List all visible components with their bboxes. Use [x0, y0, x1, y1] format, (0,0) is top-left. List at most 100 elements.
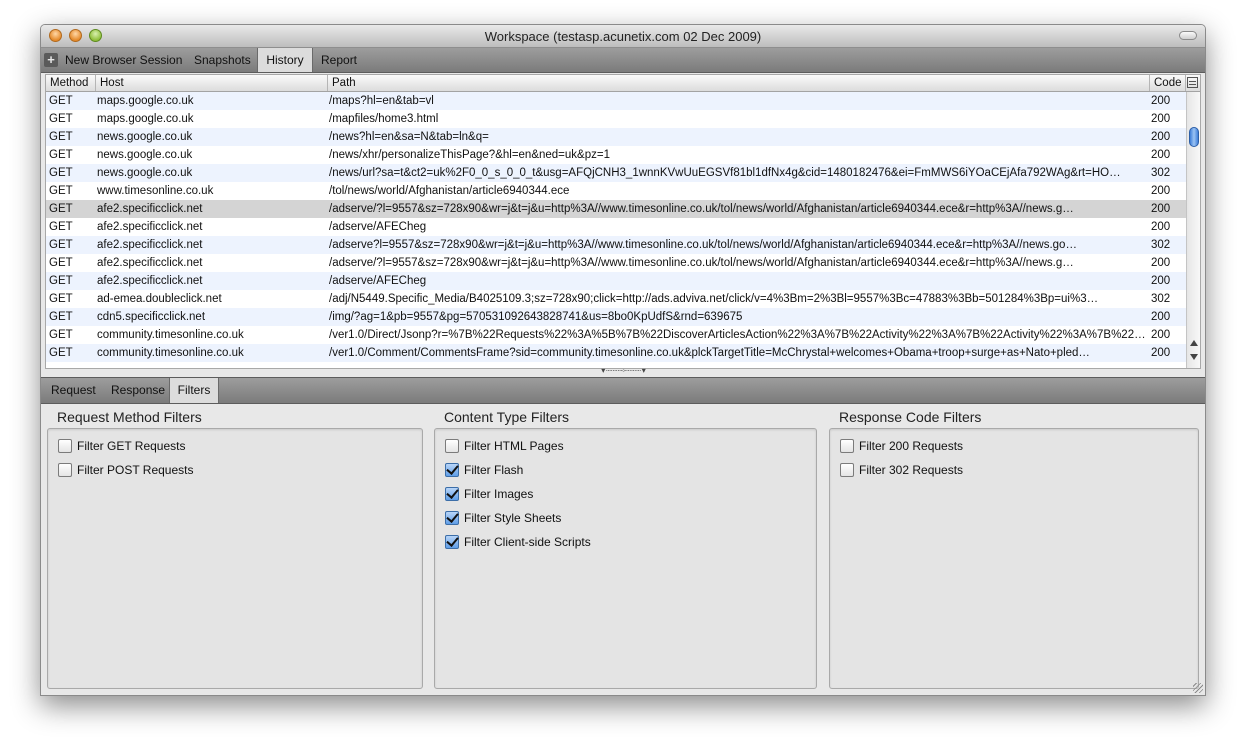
filter-checkbox[interactable]: [445, 487, 459, 501]
cell-path: /adserve?l=9557&sz=728x90&wr=j&t=j&u=htt…: [329, 239, 1077, 251]
title-bar: Workspace (testasp.acunetix.com 02 Dec 2…: [41, 25, 1205, 48]
table-row[interactable]: GET community.timesonline.co.uk/ver1.0/Di…: [46, 326, 1186, 344]
table-row[interactable]: GET news.google.co.uk/news?hl=en&sa=N&tab…: [46, 128, 1186, 146]
cell-method: GET: [49, 149, 73, 161]
cell-path: /news/xhr/personalizeThisPage?&hl=en&ned…: [329, 149, 610, 161]
table-row[interactable]: GET afe2.specificclick.net/adserve/?l=955…: [46, 254, 1186, 272]
content-type-filters-title: Content Type Filters: [444, 409, 570, 425]
cell-code: 200: [1151, 221, 1171, 233]
table-row[interactable]: GET www.timesonline.co.uk/tol/news/world/…: [46, 182, 1186, 200]
cell-method: GET: [49, 311, 73, 323]
arrow-up-icon[interactable]: [1190, 340, 1198, 346]
filter-checkbox[interactable]: [445, 511, 459, 525]
tab-snapshots[interactable]: Snapshots: [194, 48, 251, 72]
filter-label[interactable]: Filter GET Requests: [77, 439, 185, 454]
table-scrollbar[interactable]: [1186, 92, 1200, 368]
table-row[interactable]: GET afe2.specificclick.net/adserve/AFEChe…: [46, 218, 1186, 236]
table-row[interactable]: GET cdn5.specificclick.net/img/?ag=1&pb=9…: [46, 308, 1186, 326]
filter-label[interactable]: Filter Images: [464, 487, 533, 502]
cell-code: 200: [1151, 347, 1171, 359]
scrollbar-thumb[interactable]: [1189, 127, 1199, 147]
cell-code: 200: [1151, 149, 1171, 161]
cell-path: /news/url?sa=t&ct2=uk%2F0_0_s_0_0_t&usg=…: [329, 167, 1121, 179]
cell-host: maps.google.co.uk: [97, 113, 194, 125]
cell-method: GET: [49, 185, 73, 197]
table-row[interactable]: GET news.google.co.uk/news/xhr/personaliz…: [46, 146, 1186, 164]
table-row[interactable]: GET afe2.specificclick.net/adserve/AFEChe…: [46, 272, 1186, 290]
cell-code: 200: [1151, 311, 1171, 323]
filter-checkbox[interactable]: [58, 463, 72, 477]
column-header-method[interactable]: Method: [46, 75, 96, 91]
cell-code: 200: [1151, 185, 1171, 197]
filter-label[interactable]: Filter 200 Requests: [859, 439, 963, 454]
cell-host: community.timesonline.co.uk: [97, 329, 244, 341]
tab-response[interactable]: Response: [111, 378, 165, 403]
splitter-handle-icon[interactable]: ▾ ··········◦·········· ▾: [569, 368, 677, 374]
cell-method: GET: [49, 131, 73, 143]
filter-checkbox[interactable]: [58, 439, 72, 453]
column-header-code[interactable]: Code: [1150, 75, 1186, 91]
filter-checkbox[interactable]: [840, 463, 854, 477]
main-toolbar: + New Browser Session Snapshots History …: [41, 48, 1205, 73]
filter-label[interactable]: Filter 302 Requests: [859, 463, 963, 478]
cell-code: 302: [1151, 293, 1171, 305]
cell-host: news.google.co.uk: [97, 131, 193, 143]
cell-host: afe2.specificclick.net: [97, 275, 203, 287]
filter-checkbox[interactable]: [445, 439, 459, 453]
response-code-filters-panel: Filter 200 Requests Filter 302 Requests: [829, 428, 1199, 689]
response-code-filters-title: Response Code Filters: [839, 409, 982, 425]
filter-checkbox[interactable]: [445, 463, 459, 477]
filter-checkbox[interactable]: [840, 439, 854, 453]
cell-code: 200: [1151, 329, 1171, 341]
toolbar-toggle-button[interactable]: [1179, 31, 1197, 40]
table-row[interactable]: GET afe2.specificclick.net/adserve?l=9557…: [46, 236, 1186, 254]
content-type-filters-panel: Filter HTML Pages Filter Flash Filter Imag…: [434, 428, 817, 689]
cell-host: www.timesonline.co.uk: [97, 185, 214, 197]
filter-checkbox[interactable]: [445, 535, 459, 549]
column-picker-icon[interactable]: [1187, 77, 1198, 88]
table-row[interactable]: GET ad-emea.doubleclick.net/adj/N5449.Spe…: [46, 290, 1186, 308]
table-row[interactable]: GET maps.google.co.uk/maps?hl=en&tab=vl 20…: [46, 92, 1186, 110]
cell-method: GET: [49, 275, 73, 287]
column-header-host[interactable]: Host: [96, 75, 328, 91]
column-header-path[interactable]: Path: [328, 75, 1150, 91]
filter-label[interactable]: Filter POST Requests: [77, 463, 193, 478]
tab-report[interactable]: Report: [321, 48, 357, 72]
request-method-filters-title: Request Method Filters: [57, 409, 202, 425]
table-row[interactable]: GET afe2.specificclick.net/adserve/?l=955…: [46, 200, 1186, 218]
cell-host: afe2.specificclick.net: [97, 221, 203, 233]
arrow-down-icon[interactable]: [1190, 354, 1198, 360]
filter-label[interactable]: Filter Flash: [464, 463, 523, 478]
cell-host: community.timesonline.co.uk: [97, 347, 244, 359]
cell-path: /img/?ag=1&pb=9557&pg=570531092643828741…: [329, 311, 743, 323]
table-row[interactable]: GET community.timesonline.co.uk/ver1.0/Co…: [46, 344, 1186, 362]
cell-path: /adserve/AFECheg: [329, 221, 427, 233]
cell-code: 200: [1151, 203, 1171, 215]
cell-host: cdn5.specificclick.net: [97, 311, 206, 323]
table-row[interactable]: GET maps.google.co.uk/mapfiles/home3.html…: [46, 110, 1186, 128]
table-row[interactable]: GET news.google.co.uk/news/url?sa=t&ct2=u…: [46, 164, 1186, 182]
cell-method: GET: [49, 257, 73, 269]
new-browser-session-button[interactable]: New Browser Session: [65, 48, 182, 72]
tab-request[interactable]: Request: [51, 378, 96, 403]
resize-grip-icon[interactable]: [1193, 683, 1203, 693]
request-method-filters-panel: Filter GET Requests Filter POST Requests: [47, 428, 423, 689]
tab-filters[interactable]: Filters: [169, 378, 219, 403]
cell-host: news.google.co.uk: [97, 149, 193, 161]
workspace-window: Workspace (testasp.acunetix.com 02 Dec 2…: [40, 24, 1206, 696]
cell-code: 302: [1151, 167, 1171, 179]
cell-path: /mapfiles/home3.html: [329, 113, 439, 125]
cell-code: 200: [1151, 95, 1171, 107]
tab-history[interactable]: History: [257, 48, 313, 72]
cell-host: maps.google.co.uk: [97, 95, 194, 107]
filter-label[interactable]: Filter HTML Pages: [464, 439, 564, 454]
plus-icon[interactable]: +: [44, 53, 58, 67]
filter-label[interactable]: Filter Client-side Scripts: [464, 535, 591, 550]
cell-method: GET: [49, 329, 73, 341]
cell-code: 302: [1151, 239, 1171, 251]
cell-path: /adj/N5449.Specific_Media/B4025109.3;sz=…: [329, 293, 1099, 305]
cell-path: /adserve/AFECheg: [329, 275, 427, 287]
filter-label[interactable]: Filter Style Sheets: [464, 511, 561, 526]
cell-code: 200: [1151, 113, 1171, 125]
cell-path: /adserve/?l=9557&sz=728x90&wr=j&t=j&u=ht…: [329, 257, 1074, 269]
